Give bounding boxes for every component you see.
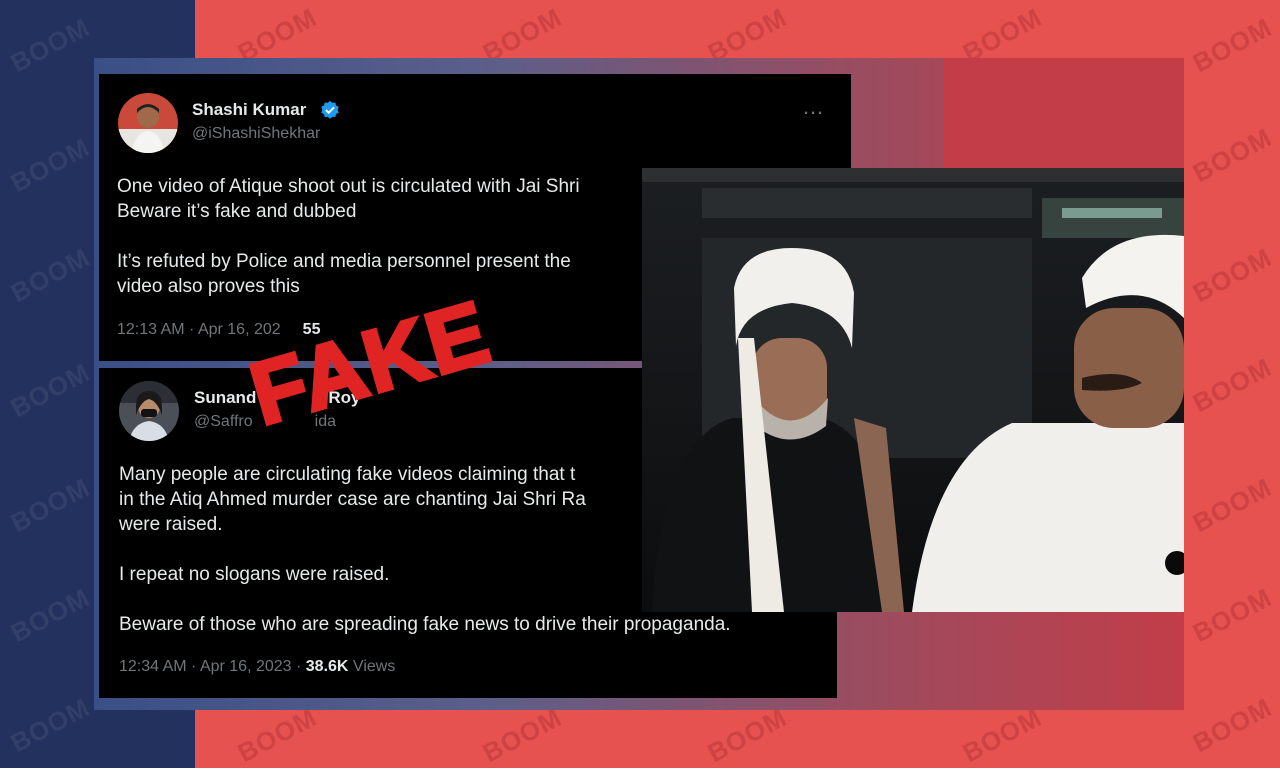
avatar[interactable] bbox=[119, 381, 179, 441]
tweet-timestamp[interactable]: 12:34 AM · Apr 16, 2023 · 38.6K Views bbox=[119, 658, 395, 676]
news-photo bbox=[642, 168, 1184, 612]
tweet-text-line: I repeat no slogans were raised. bbox=[119, 564, 390, 585]
verified-badge-icon bbox=[321, 100, 339, 119]
tweet-text-line: Beware it’s fake and dubbed bbox=[117, 201, 357, 222]
tweet-text-line: Many people are circulating fake videos … bbox=[119, 464, 576, 485]
tweet-author-handle[interactable]: @iShashiShekhar bbox=[192, 125, 320, 143]
fake-stamp-text: FAKE bbox=[240, 285, 501, 444]
tweet-text-line: It’s refuted by Police and media personn… bbox=[117, 251, 571, 272]
tweet-text-line: in the Atiq Ahmed murder case are chanti… bbox=[119, 489, 586, 510]
tweet-text-line: were raised. bbox=[119, 514, 223, 535]
more-options-icon[interactable]: … bbox=[802, 94, 825, 120]
tweet-author-name[interactable]: Shashi Kumar bbox=[192, 100, 306, 120]
view-count: 38.6K bbox=[305, 658, 349, 675]
fake-stamp: FAKE bbox=[238, 285, 503, 445]
tweet-text-line: One video of Atique shoot out is circula… bbox=[117, 176, 580, 197]
tweet-text-line: Beware of those who are spreading fake n… bbox=[119, 614, 731, 635]
avatar[interactable] bbox=[118, 93, 178, 153]
